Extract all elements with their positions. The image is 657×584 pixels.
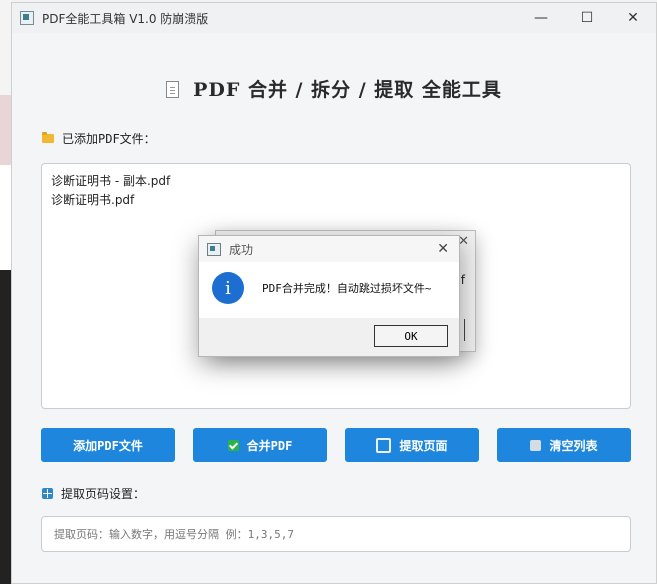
page-heading: PDF 合并 / 拆分 / 提取 全能工具 bbox=[12, 75, 656, 102]
extract-pages-label: 提取页面 bbox=[399, 438, 448, 453]
title-bar[interactable]: PDF全能工具箱 V1.0 防崩溃版 — ☐ ✕ bbox=[12, 3, 656, 33]
dialog-message: PDF合并完成！自动跳过损坏文件~ bbox=[262, 282, 432, 295]
pages-label-text: 提取页码设置： bbox=[61, 487, 146, 501]
maximize-button[interactable]: ☐ bbox=[564, 3, 610, 33]
extract-pages-button[interactable]: 提取页面 bbox=[345, 428, 479, 462]
trash-icon bbox=[530, 439, 542, 451]
magnifier-icon bbox=[376, 437, 392, 453]
background-dialog-text: f bbox=[460, 273, 465, 287]
page-title: PDF 合并 / 拆分 / 提取 全能工具 bbox=[193, 79, 502, 101]
dialog-title: 成功 bbox=[229, 242, 254, 257]
merge-pdf-button[interactable]: 合并PDF bbox=[193, 428, 327, 462]
dialog-title-bar[interactable]: 成功 ✕ bbox=[199, 236, 459, 262]
window-controls: — ☐ ✕ bbox=[518, 3, 656, 33]
add-pdf-button[interactable]: 添加PDF文件 bbox=[41, 428, 175, 462]
page-numbers-placeholder: 提取页码：输入数字，用逗号分隔 例：1,3,5,7 bbox=[54, 528, 294, 541]
add-pdf-label: 添加PDF文件 bbox=[73, 438, 143, 453]
list-item[interactable]: 诊断证明书.pdf bbox=[51, 191, 621, 210]
merge-pdf-label: 合并PDF bbox=[246, 438, 293, 453]
app-icon bbox=[20, 11, 34, 25]
files-label-text: 已添加PDF文件： bbox=[62, 132, 156, 146]
pages-section-label: 提取页码设置： bbox=[42, 485, 145, 502]
page-numbers-input[interactable]: 提取页码：输入数字，用逗号分隔 例：1,3,5,7 bbox=[41, 516, 631, 552]
ok-button[interactable]: OK bbox=[374, 325, 448, 347]
folder-icon bbox=[42, 132, 54, 143]
document-icon bbox=[166, 81, 180, 98]
numbers-icon bbox=[42, 488, 53, 499]
clear-list-button[interactable]: 清空列表 bbox=[497, 428, 631, 462]
check-icon bbox=[227, 439, 239, 451]
clear-list-label: 清空列表 bbox=[549, 438, 598, 453]
close-button[interactable]: ✕ bbox=[610, 3, 656, 33]
files-section-label: 已添加PDF文件： bbox=[42, 130, 156, 147]
background-dialog-button-edge bbox=[461, 319, 465, 341]
minimize-button[interactable]: — bbox=[518, 3, 564, 33]
success-dialog: 成功 ✕ i PDF合并完成！自动跳过损坏文件~ OK bbox=[198, 235, 460, 357]
dialog-close-icon[interactable]: ✕ bbox=[437, 241, 449, 257]
window-title: PDF全能工具箱 V1.0 防崩溃版 bbox=[42, 11, 209, 26]
dialog-app-icon bbox=[207, 242, 221, 256]
action-buttons: 添加PDF文件 合并PDF 提取页面 清空列表 bbox=[41, 428, 631, 462]
list-item[interactable]: 诊断证明书 - 副本.pdf bbox=[51, 172, 621, 191]
info-icon: i bbox=[212, 272, 244, 304]
dialog-footer: OK bbox=[199, 318, 459, 356]
dialog-body: i PDF合并完成！自动跳过损坏文件~ bbox=[199, 262, 459, 318]
